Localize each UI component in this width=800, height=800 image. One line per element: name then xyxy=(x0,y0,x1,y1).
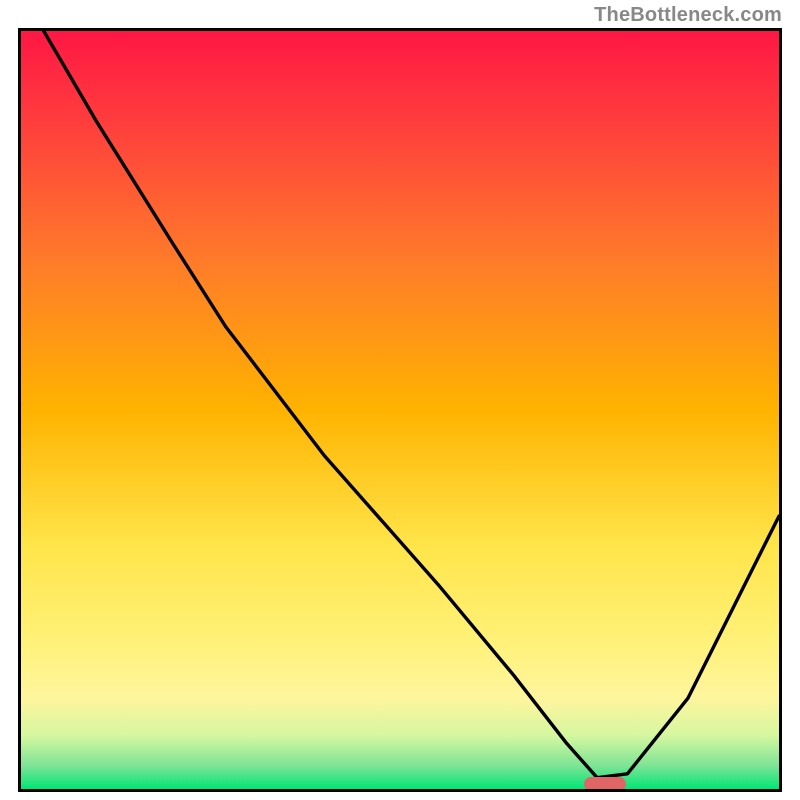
chart-area xyxy=(18,28,782,792)
watermark-text: TheBottleneck.com xyxy=(594,4,782,27)
optimal-point-marker xyxy=(584,777,626,791)
chart-svg xyxy=(21,31,779,789)
gradient-background xyxy=(21,31,779,789)
